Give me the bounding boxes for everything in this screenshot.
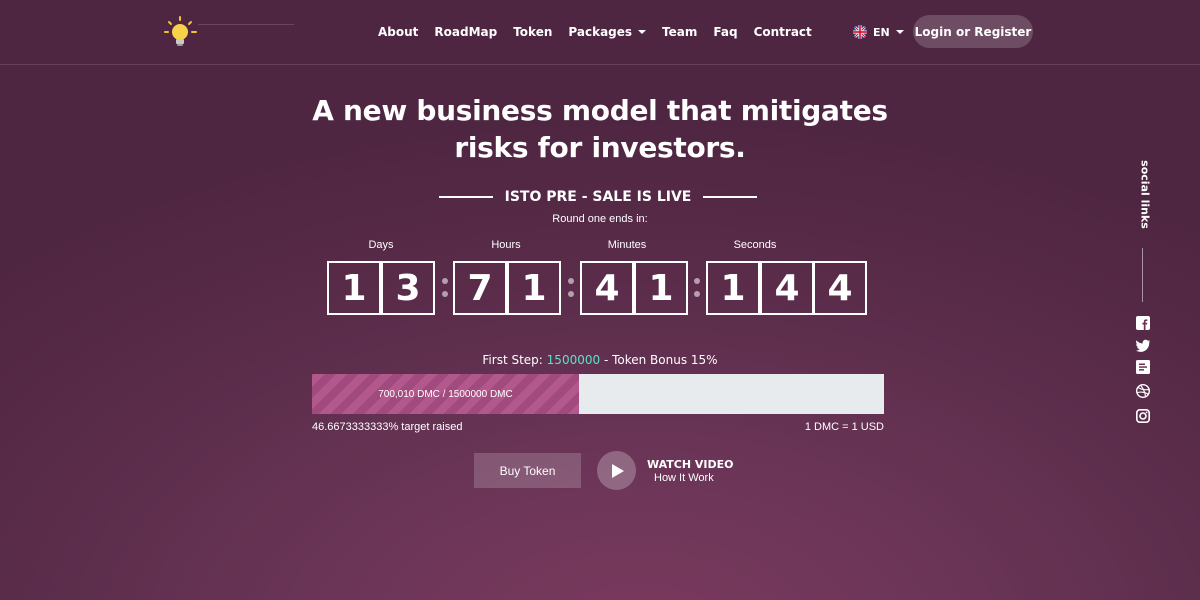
language-label: EN xyxy=(873,25,890,39)
nav-contract[interactable]: Contract xyxy=(746,22,820,42)
presale-heading: ISTO PRE - SALE IS LIVE xyxy=(437,189,759,205)
seconds-digit: 4 xyxy=(813,261,867,315)
step-suffix: - Token Bonus 15% xyxy=(603,353,718,367)
round-ends-text: Round one ends in: xyxy=(552,213,648,225)
instagram-icon[interactable] xyxy=(1136,409,1150,423)
how-it-work-text: How It Work xyxy=(654,472,714,484)
nav-label: RoadMap xyxy=(434,25,498,39)
facebook-icon[interactable] xyxy=(1136,316,1150,330)
play-icon xyxy=(612,463,624,478)
page-title: A new business model that mitigates risk… xyxy=(300,92,900,166)
twitter-icon[interactable] xyxy=(1136,338,1150,352)
headline-line-2: risks for investors. xyxy=(454,131,746,164)
nav-label: About xyxy=(378,25,419,39)
dribbble-icon[interactable] xyxy=(1136,384,1150,398)
days-label: Days xyxy=(368,239,394,251)
chevron-down-icon xyxy=(895,30,904,34)
nav-about[interactable]: About xyxy=(370,22,426,42)
nav-packages[interactable]: Packages xyxy=(560,22,654,42)
token-rate-text: 1 DMC = 1 USD xyxy=(804,421,884,433)
main-nav: About RoadMap Token Packages Team Faq Co… xyxy=(370,22,820,42)
play-video-button[interactable] xyxy=(597,451,636,490)
nav-label: Faq xyxy=(713,25,738,39)
progress-text: 700,010 DMC / 1500000 DMC xyxy=(378,388,513,400)
chevron-down-icon xyxy=(638,30,647,34)
lightbulb-icon[interactable] xyxy=(163,15,199,49)
nav-token[interactable]: Token xyxy=(505,22,560,42)
seconds-digit: 4 xyxy=(760,261,814,315)
countdown-separator xyxy=(442,278,448,298)
step-prefix: First Step: xyxy=(482,353,543,367)
minutes-digit: 4 xyxy=(580,261,634,315)
step-target: 1500000 xyxy=(546,353,601,367)
nav-label: Packages xyxy=(568,25,633,39)
nav-roadmap[interactable]: RoadMap xyxy=(426,22,505,42)
nav-faq[interactable]: Faq xyxy=(705,22,745,42)
buy-token-button[interactable]: Buy Token xyxy=(474,453,581,488)
nav-label: Token xyxy=(513,25,553,39)
sale-progress-bar: 700,010 DMC / 1500000 DMC xyxy=(312,374,884,414)
header: About RoadMap Token Packages Team Faq Co… xyxy=(0,0,1200,65)
nav-team[interactable]: Team xyxy=(654,22,705,42)
target-raised-text: 46.6673333333% target raised xyxy=(312,421,463,433)
progress-fill: 700,010 DMC / 1500000 DMC xyxy=(312,374,579,414)
seconds-digit: 1 xyxy=(706,261,760,315)
social-links-title: social links xyxy=(1138,160,1152,229)
countdown-separator xyxy=(694,278,700,298)
uk-flag-icon xyxy=(853,25,867,39)
language-selector[interactable]: EN xyxy=(853,25,904,39)
medium-icon[interactable] xyxy=(1136,360,1150,374)
hours-label: Hours xyxy=(491,239,521,251)
social-divider xyxy=(1142,248,1143,302)
watch-video-link[interactable]: WATCH VIDEO xyxy=(647,458,734,471)
countdown-separator xyxy=(568,278,574,298)
divider-right xyxy=(703,196,758,198)
hours-digit: 1 xyxy=(507,261,561,315)
minutes-label: Minutes xyxy=(607,239,647,251)
login-register-button[interactable]: Login or Register xyxy=(913,15,1033,48)
nav-label: Contract xyxy=(753,25,812,39)
divider-left xyxy=(438,196,493,198)
seconds-label: Seconds xyxy=(733,239,777,251)
days-digit: 3 xyxy=(381,261,435,315)
presale-title: ISTO PRE - SALE IS LIVE xyxy=(504,189,692,205)
minutes-digit: 1 xyxy=(634,261,688,315)
hours-digit: 7 xyxy=(453,261,507,315)
headline-line-1: A new business model that mitigates xyxy=(312,94,888,127)
days-digit: 1 xyxy=(327,261,381,315)
nav-label: Team xyxy=(662,25,698,39)
first-step-text: First Step: 1500000 - Token Bonus 15% xyxy=(0,353,1200,367)
logo-divider xyxy=(198,24,294,25)
